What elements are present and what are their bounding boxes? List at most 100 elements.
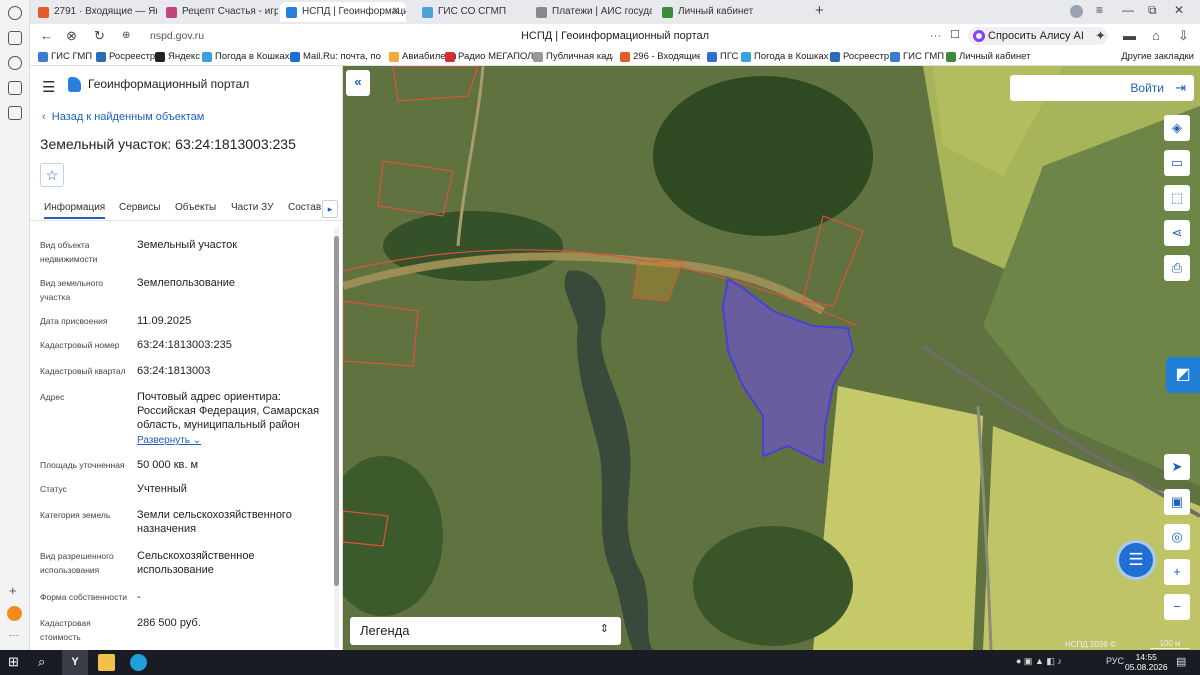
bookmark-item[interactable]: Росреестр bbox=[96, 51, 155, 62]
minimap-icon[interactable]: ▣ bbox=[1164, 489, 1190, 515]
clock-time: 14:55 bbox=[1135, 652, 1157, 662]
bookmark-item[interactable]: ГИС ГМП bbox=[890, 51, 944, 62]
back-link-label: Назад к найденным объектам bbox=[51, 111, 205, 123]
bookmark-label: Погода в Кошках bbox=[754, 51, 829, 62]
share-icon[interactable]: ⋖ bbox=[1164, 220, 1190, 246]
tab-nspd[interactable]: НСПД | Геоинформаци ✕ bbox=[280, 2, 406, 22]
object-info-panel: ☰ Геоинформационный портал ‹ Назад к най… bbox=[30, 66, 343, 650]
tab-information[interactable]: Информация bbox=[44, 202, 106, 219]
search-icon[interactable]: ⌕ bbox=[38, 654, 55, 671]
layers-icon[interactable]: ◈ bbox=[1164, 115, 1190, 141]
collections-icon[interactable] bbox=[8, 31, 22, 45]
back-link[interactable]: ‹ Назад к найденным объектам bbox=[42, 111, 204, 123]
minimize-icon[interactable]: — bbox=[1122, 3, 1134, 17]
bookmark-label: Росреестр bbox=[843, 51, 890, 62]
zoom-in-icon[interactable]: + bbox=[1164, 559, 1190, 585]
bookmark-item[interactable]: Радио МЕГАПОЛ bbox=[445, 51, 535, 62]
alisa-icon bbox=[973, 30, 985, 42]
bookmark-favicon-icon bbox=[290, 52, 300, 62]
play-icon[interactable] bbox=[8, 56, 22, 70]
tab-mail[interactable]: 2791 · Входящие — Янде bbox=[32, 2, 157, 22]
extensions-icon[interactable]: ⌂ bbox=[1152, 28, 1160, 43]
portal-title: Геоинформационный портал bbox=[88, 77, 250, 91]
more-icon[interactable]: ··· bbox=[9, 630, 19, 641]
satellite-map[interactable] bbox=[343, 66, 1200, 650]
more-button[interactable]: ··· bbox=[930, 30, 941, 42]
bookmark-label: ГИС ГМП bbox=[903, 51, 945, 62]
bookmark-item[interactable]: Погода в Кошках bbox=[202, 51, 289, 62]
property-label: Кадастровый номер bbox=[40, 340, 120, 350]
close-window-icon[interactable]: ✕ bbox=[1174, 3, 1184, 17]
bookmark-item[interactable]: Публичная кадас bbox=[533, 51, 613, 62]
file-explorer-icon[interactable] bbox=[98, 654, 115, 671]
download-icon[interactable]: ⇩ bbox=[1178, 28, 1189, 44]
bookmark-item[interactable]: 296 - Входящие – bbox=[620, 51, 700, 62]
tab-composition[interactable]: Состав bbox=[288, 202, 321, 213]
legend-dropdown[interactable]: Легенда ⇕ bbox=[350, 617, 621, 645]
screenshot-icon[interactable] bbox=[8, 106, 22, 120]
tray-icons[interactable]: ● ▣ ▲ ◧ ♪ bbox=[1016, 656, 1062, 667]
app-icon[interactable] bbox=[8, 81, 22, 95]
cast-icon[interactable]: ▬ bbox=[1123, 28, 1136, 43]
clock[interactable]: 14:55 05.08.2026 bbox=[1125, 652, 1168, 672]
new-tab-button[interactable]: + bbox=[815, 2, 824, 19]
language-indicator[interactable]: РУС bbox=[1106, 656, 1124, 666]
bookmark-item[interactable]: Личный кабинет bbox=[946, 51, 1030, 62]
tab-payments[interactable]: Платежи | АИС государс bbox=[530, 2, 652, 22]
clock-date: 05.08.2026 bbox=[1125, 662, 1168, 672]
bookmark-item[interactable]: ПГС bbox=[707, 51, 738, 62]
menu-burger-icon[interactable]: ☰ bbox=[42, 78, 55, 96]
yandex-browser-icon[interactable]: Y bbox=[62, 650, 88, 675]
bookmark-item[interactable]: Яндекс bbox=[155, 51, 200, 62]
tab-parts[interactable]: Части ЗУ bbox=[231, 202, 273, 213]
property-value: 63:24:1813003:235 bbox=[137, 339, 232, 351]
locate-icon[interactable]: ➤ bbox=[1164, 454, 1190, 480]
tab-label: ГИС СО СГМП bbox=[438, 6, 507, 17]
notifications-icon[interactable]: ▤ bbox=[1176, 655, 1186, 668]
ruler-icon[interactable]: ▭ bbox=[1164, 150, 1190, 176]
zoom-out-icon[interactable]: − bbox=[1164, 594, 1190, 620]
login-button[interactable]: Войти ⇥ bbox=[1010, 75, 1194, 101]
mail-favicon-icon bbox=[38, 7, 49, 18]
tab-cabinet[interactable]: Личный кабинет bbox=[656, 2, 781, 22]
windows-start-icon[interactable]: ⊞ bbox=[8, 654, 25, 671]
property-value: Землепользование bbox=[137, 277, 236, 289]
tabs-next-icon[interactable]: ▸ bbox=[322, 200, 338, 218]
bookmark-item[interactable]: Погода в Кошках bbox=[741, 51, 828, 62]
property-value: Учтенный bbox=[137, 483, 187, 495]
close-tab-icon[interactable]: ✕ bbox=[392, 2, 400, 22]
geolocation-icon[interactable]: ◎ bbox=[1164, 524, 1190, 550]
bookmark-label: Mail.Ru: почта, по bbox=[303, 51, 381, 62]
chevron-updown-icon: ⇕ bbox=[599, 623, 609, 635]
help-panel-icon[interactable]: ◩ bbox=[1166, 357, 1200, 393]
chat-icon[interactable]: ☰ bbox=[1116, 540, 1156, 580]
profile-icon[interactable] bbox=[1070, 5, 1083, 18]
ask-alisa-button[interactable]: Спросить Алису AI bbox=[968, 27, 1108, 45]
print-icon[interactable]: ⎙ bbox=[1164, 255, 1190, 281]
property-value: Земельный участок bbox=[137, 239, 238, 251]
bookmark-item[interactable]: ГИС ГМП bbox=[38, 51, 92, 62]
menu-icon[interactable]: ≡ bbox=[1096, 3, 1103, 17]
tab-game[interactable]: Рецепт Счастья - играть с bbox=[160, 2, 278, 22]
tab-services[interactable]: Сервисы bbox=[119, 202, 160, 213]
bookmark-item[interactable]: Росреестр bbox=[830, 51, 889, 62]
info-tabs: Информация Сервисы Объекты Части ЗУ Сост… bbox=[30, 197, 342, 221]
collapse-panel-button[interactable]: « bbox=[346, 70, 370, 96]
edge-icon[interactable] bbox=[130, 654, 147, 671]
tools-icon[interactable]: ✦ bbox=[1095, 28, 1106, 44]
map-view[interactable] bbox=[343, 66, 1200, 650]
expand-address-link[interactable]: Развернуть ⌄ bbox=[137, 434, 322, 448]
history-icon[interactable] bbox=[8, 6, 22, 20]
tab-gis[interactable]: ГИС СО СГМП bbox=[416, 2, 526, 22]
tab-objects[interactable]: Объекты bbox=[175, 202, 216, 213]
restore-icon[interactable]: ⧉ bbox=[1148, 3, 1157, 18]
other-bookmarks[interactable]: Другие закладки bbox=[1121, 51, 1194, 62]
favorite-star-icon[interactable]: ☆ bbox=[40, 163, 64, 187]
add-panel-icon[interactable]: + bbox=[9, 583, 17, 598]
panel-scrollbar-thumb[interactable] bbox=[334, 236, 339, 586]
bookmark-icon[interactable]: ☐ bbox=[950, 28, 960, 41]
select-area-icon[interactable]: ⬚ bbox=[1164, 185, 1190, 211]
address-bar: ← ⊗ ↻ ⊕ nspd.gov.ru НСПД | Геоинформацио… bbox=[30, 24, 1200, 48]
bookmark-item[interactable]: Mail.Ru: почта, по bbox=[290, 51, 382, 62]
app-badge-icon[interactable] bbox=[7, 606, 22, 621]
